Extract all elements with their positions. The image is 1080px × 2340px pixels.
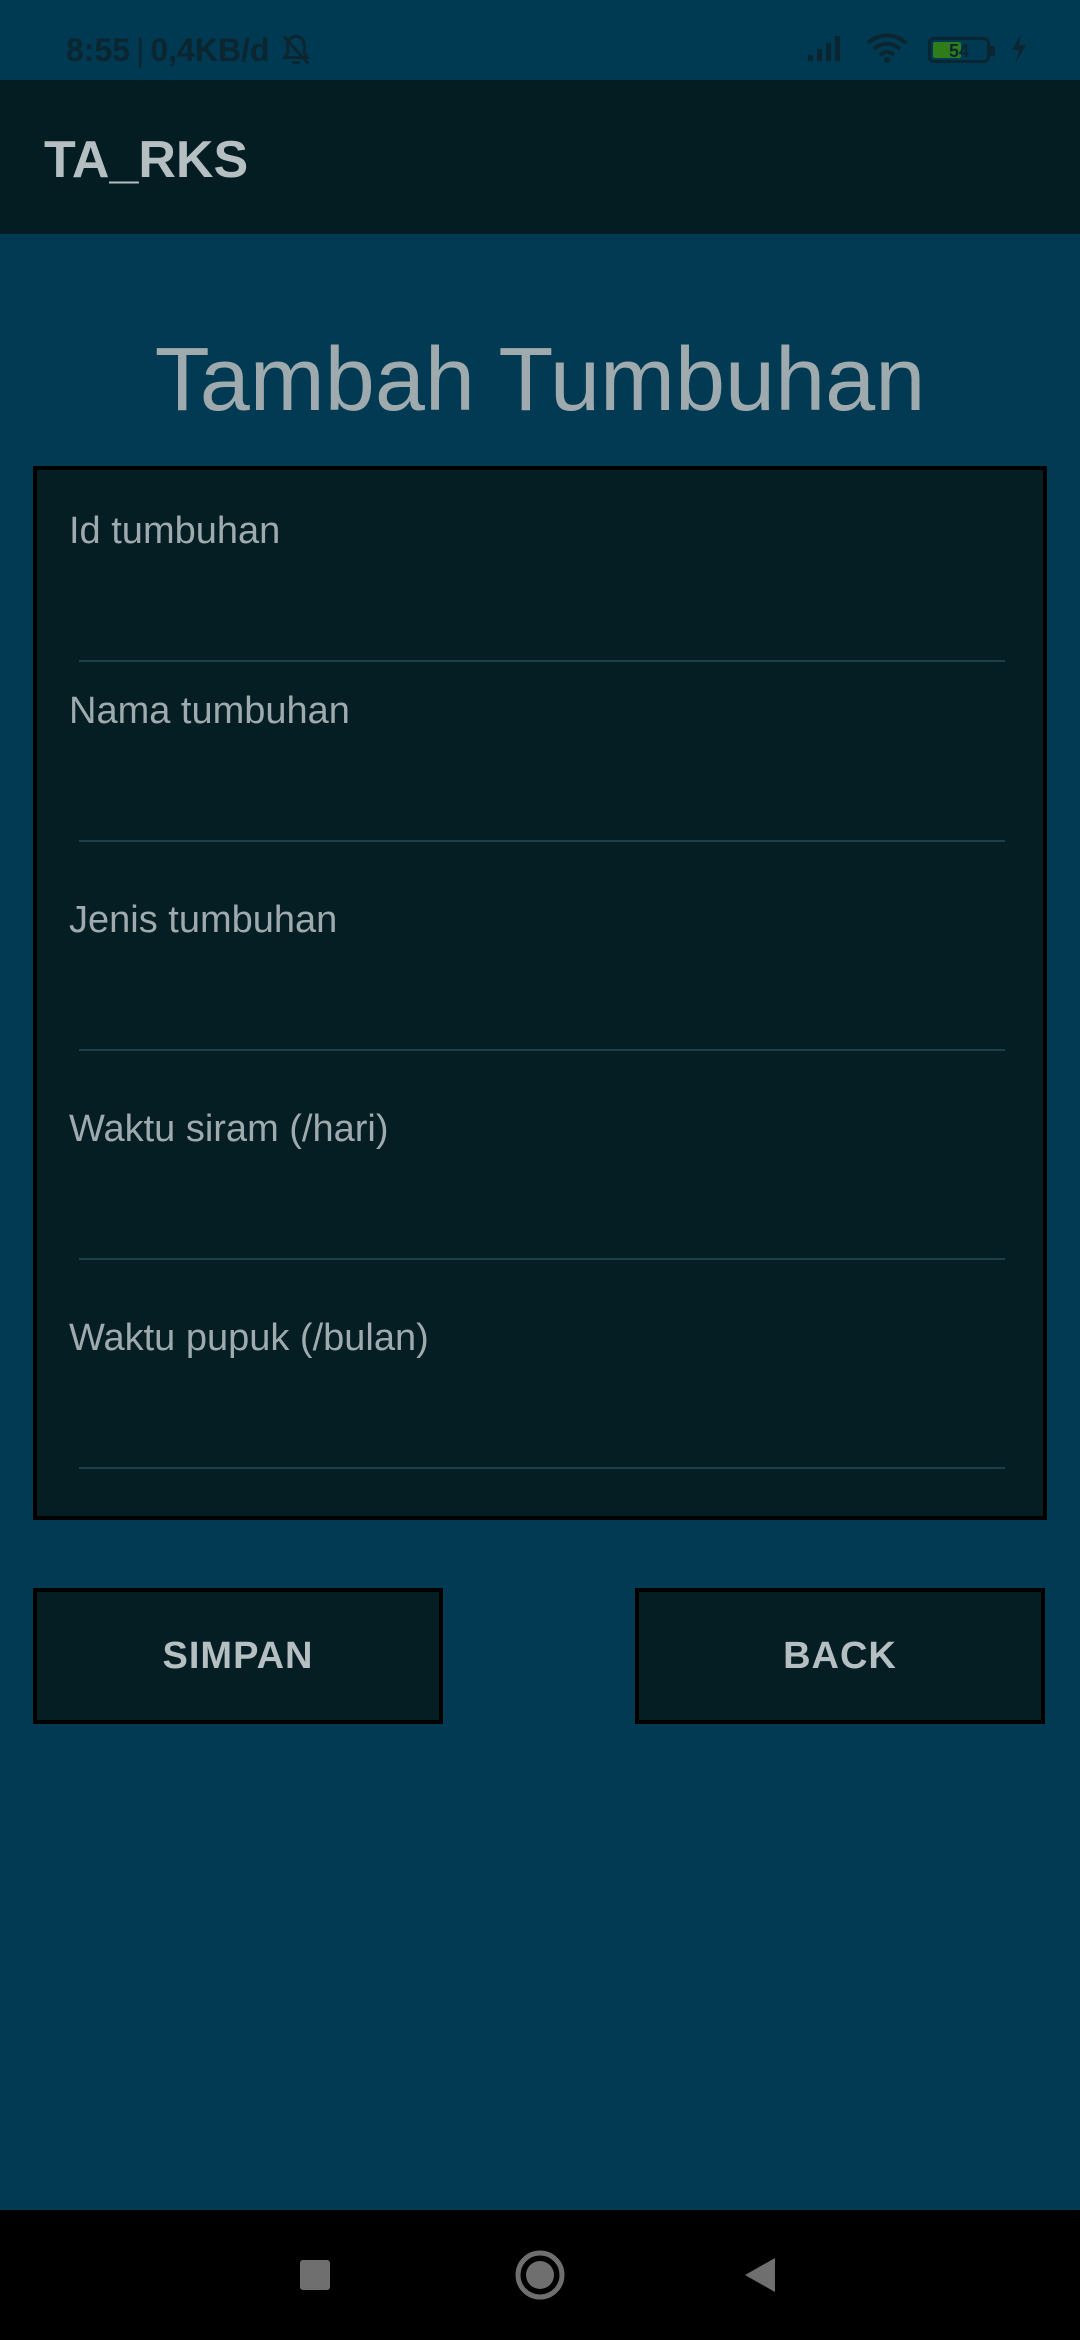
waktu-siram-input[interactable] xyxy=(79,1200,1005,1260)
app-bar: TA_RKS xyxy=(0,80,1080,234)
battery-cap xyxy=(990,46,995,56)
battery-icon: 54 xyxy=(928,37,995,63)
charging-icon xyxy=(1010,33,1028,68)
field-label-id-tumbuhan: Id tumbuhan xyxy=(69,510,281,552)
field-label-nama-tumbuhan: Nama tumbuhan xyxy=(69,690,350,732)
bell-off-icon xyxy=(278,32,314,68)
field-label-waktu-siram: Waktu siram (/hari) xyxy=(69,1108,389,1150)
back-button[interactable]: BACK xyxy=(635,1588,1045,1724)
save-button[interactable]: SIMPAN xyxy=(33,1588,443,1724)
waktu-pupuk-input[interactable] xyxy=(79,1409,1005,1469)
status-bar: 8:55 | 0,4KB/d 54 xyxy=(0,0,1080,80)
field-label-waktu-pupuk: Waktu pupuk (/bulan) xyxy=(69,1317,429,1359)
signal-icon xyxy=(806,33,846,68)
back-icon[interactable] xyxy=(725,2210,795,2340)
navigation-bar xyxy=(0,2210,1080,2340)
home-icon[interactable] xyxy=(505,2210,575,2340)
battery-level: 54 xyxy=(948,41,970,61)
id-tumbuhan-input[interactable] xyxy=(79,602,1005,662)
field-label-jenis-tumbuhan: Jenis tumbuhan xyxy=(69,899,338,941)
recent-apps-icon[interactable] xyxy=(280,2210,350,2340)
page-title: Tambah Tumbuhan xyxy=(154,330,926,430)
nama-tumbuhan-input[interactable] xyxy=(79,782,1005,842)
form-card: Id tumbuhan Nama tumbuhan Jenis tumbuhan… xyxy=(33,466,1047,1520)
wifi-icon xyxy=(866,32,908,69)
app-title: TA_RKS xyxy=(44,131,249,189)
jenis-tumbuhan-input[interactable] xyxy=(79,991,1005,1051)
status-right: 54 xyxy=(806,30,1028,70)
